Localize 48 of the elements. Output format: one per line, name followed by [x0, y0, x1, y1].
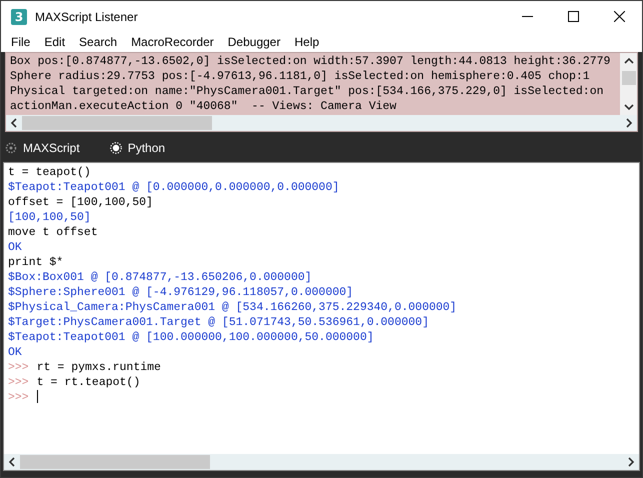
- output-line: $Box:Box001 @ [0.874877,-13.650206,0.000000]: [8, 270, 313, 285]
- maximize-icon: [568, 11, 578, 22]
- output-line: OK: [8, 240, 23, 255]
- code-line: print $*: [8, 255, 64, 270]
- code-line: Physical targeted:on name:"PhysCamera001.Target" pos:[534.166,375.229,0] isSelected:on: [10, 84, 604, 99]
- scroll-down-icon[interactable]: [624, 103, 634, 111]
- tab[interactable]: Python: [110, 141, 166, 155]
- scroll-right-icon[interactable]: [625, 118, 633, 128]
- menu-item[interactable]: Debugger: [220, 35, 288, 49]
- sun-icon: [110, 142, 122, 154]
- menu-item[interactable]: Help: [287, 35, 326, 49]
- code-line: t = rt.teapot(): [36, 376, 140, 389]
- output-line: OK: [8, 345, 23, 360]
- text-cursor: [36, 390, 38, 404]
- code-line: actionMan.executeAction 0 "40068" -- Views: Camera View: [10, 99, 398, 114]
- output-line: $Teapot:Teapot001 @ [100.000000,100.000000,50.000000]: [8, 330, 375, 345]
- listener-pane[interactable]: [3, 162, 640, 471]
- scroll-left-icon[interactable]: [8, 457, 16, 467]
- output-line: $Teapot:Teapot001 @ [0.000000,0.000000,0.000000]: [8, 180, 340, 195]
- scroll-up-icon[interactable]: [624, 57, 634, 65]
- app-icon: 3: [11, 8, 27, 24]
- menu-item[interactable]: Search: [72, 35, 124, 49]
- prompt: >>>: [8, 361, 29, 374]
- minimize-icon: [522, 16, 532, 17]
- output-line: [100,100,50]: [8, 210, 92, 225]
- output-line: $Sphere:Sphere001 @ [-4.976129,96.118057,0.000000]: [8, 285, 354, 300]
- code-line: move t offset: [8, 225, 99, 240]
- menu-item[interactable]: Edit: [37, 35, 72, 49]
- code-line: Sphere radius:29.7753 pos:[-4.97613,96.1181,0] isSelected:on hemisphere:0.405 chop:1: [10, 69, 591, 84]
- prompt: >>>: [8, 391, 29, 404]
- output-line: $Physical_Camera:PhysCamera001 @ [534.166260,375.229340,0.000000]: [8, 300, 458, 315]
- scroll-right-icon[interactable]: [627, 457, 635, 467]
- scrollbar-thumb[interactable]: [622, 71, 636, 85]
- tab[interactable]: MAXScript: [5, 141, 80, 155]
- output-line: $Target:PhysCamera001.Target @ [51.071743,50.536961,0.000000]: [8, 315, 430, 330]
- menu-item[interactable]: MacroRecorder: [124, 35, 221, 49]
- menu-item[interactable]: File: [4, 35, 38, 49]
- code-line: rt = pymxs.runtime: [36, 361, 161, 374]
- scrollbar-thumb[interactable]: [22, 116, 212, 130]
- code-line: offset = [100,100,50]: [8, 195, 154, 210]
- scrollbar-thumb[interactable]: [20, 455, 210, 469]
- code-line: t = teapot(): [8, 165, 92, 180]
- scroll-left-icon[interactable]: [10, 118, 18, 128]
- prompt: >>>: [8, 376, 29, 389]
- window-title: MAXScript Listener: [35, 10, 139, 24]
- close-icon: [614, 11, 624, 22]
- code-line: Box pos:[0.874877,-13.6502,0] isSelected:on width:57.3907 length:44.0813 height:36.2779: [10, 54, 612, 69]
- gear-icon: [5, 142, 17, 154]
